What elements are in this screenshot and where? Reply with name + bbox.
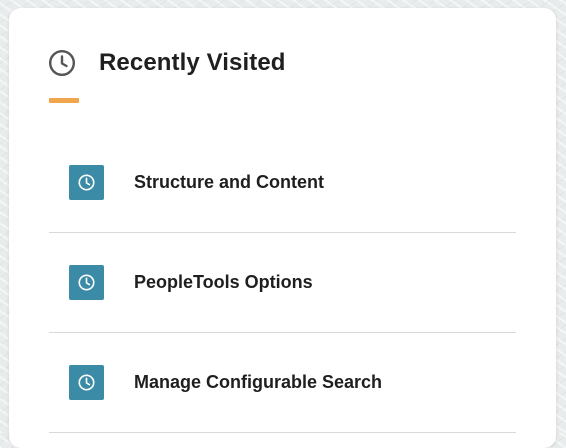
clock-icon <box>48 49 76 77</box>
recent-item-structure-and-content[interactable]: Structure and Content <box>49 133 516 233</box>
recent-item-peopletools-options[interactable]: PeopleTools Options <box>49 233 516 333</box>
clock-icon <box>69 265 104 300</box>
clock-icon <box>69 365 104 400</box>
title-accent-bar <box>49 98 79 103</box>
tile-header: Recently Visited <box>48 46 286 80</box>
recent-item-label[interactable]: Manage Configurable Search <box>134 372 382 393</box>
recently-visited-tile: Recently Visited Structure and Content P… <box>9 8 556 448</box>
recent-items-list: Structure and Content PeopleTools Option… <box>49 133 516 433</box>
tile-title: Recently Visited <box>99 49 286 76</box>
recent-item-manage-configurable-search[interactable]: Manage Configurable Search <box>49 333 516 433</box>
clock-icon <box>69 165 104 200</box>
recent-item-label[interactable]: Structure and Content <box>134 172 324 193</box>
recent-item-label[interactable]: PeopleTools Options <box>134 272 313 293</box>
